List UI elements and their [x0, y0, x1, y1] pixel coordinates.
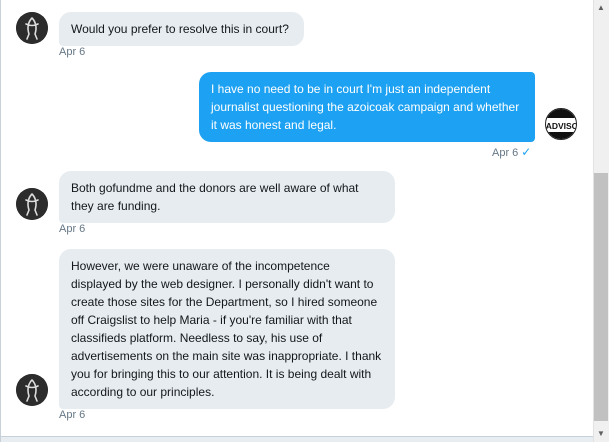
scroll-up-icon[interactable]: ▲ — [593, 0, 609, 16]
message-timestamp: Apr 6 — [492, 147, 519, 159]
emblem-icon — [16, 374, 48, 406]
user-avatar[interactable]: ADVISO — [545, 108, 577, 140]
scroll-down-icon[interactable]: ▼ — [593, 426, 609, 442]
sender-avatar[interactable] — [16, 188, 48, 220]
emblem-icon — [16, 188, 48, 220]
message-bubble-incoming[interactable]: Both gofundme and the donors are well aw… — [59, 171, 395, 223]
message-text: Would you prefer to resolve this in cour… — [71, 22, 289, 36]
composer-edge — [1, 436, 594, 442]
check-icon: ✓ — [521, 145, 532, 159]
message-bubble-outgoing[interactable]: I have no need to be in court I'm just a… — [199, 72, 535, 142]
scrollbar-thumb[interactable] — [594, 173, 608, 421]
message-timestamp-row: Apr 6 ✓ — [492, 145, 531, 159]
message-bubble-incoming[interactable]: Would you prefer to resolve this in cour… — [59, 12, 304, 46]
emblem-icon — [16, 12, 48, 44]
advisory-text: ADVISO — [546, 121, 577, 131]
sender-avatar[interactable] — [16, 374, 48, 406]
message-text: I have no need to be in court I'm just a… — [211, 82, 520, 132]
message-text: Both gofundme and the donors are well aw… — [71, 181, 359, 213]
message-timestamp: Apr 6 — [59, 409, 86, 421]
sender-avatar[interactable] — [16, 12, 48, 44]
message-bubble-incoming[interactable]: However, we were unaware of the incompet… — [59, 249, 395, 409]
message-text: However, we were unaware of the incompet… — [71, 259, 382, 399]
scrollbar[interactable]: ▲ ▼ — [593, 0, 609, 442]
message-timestamp: Apr 6 — [59, 223, 86, 235]
advisory-logo-icon: ADVISO — [546, 109, 577, 139]
message-timestamp: Apr 6 — [59, 46, 86, 58]
message-thread: Would you prefer to resolve this in cour… — [0, 0, 609, 442]
